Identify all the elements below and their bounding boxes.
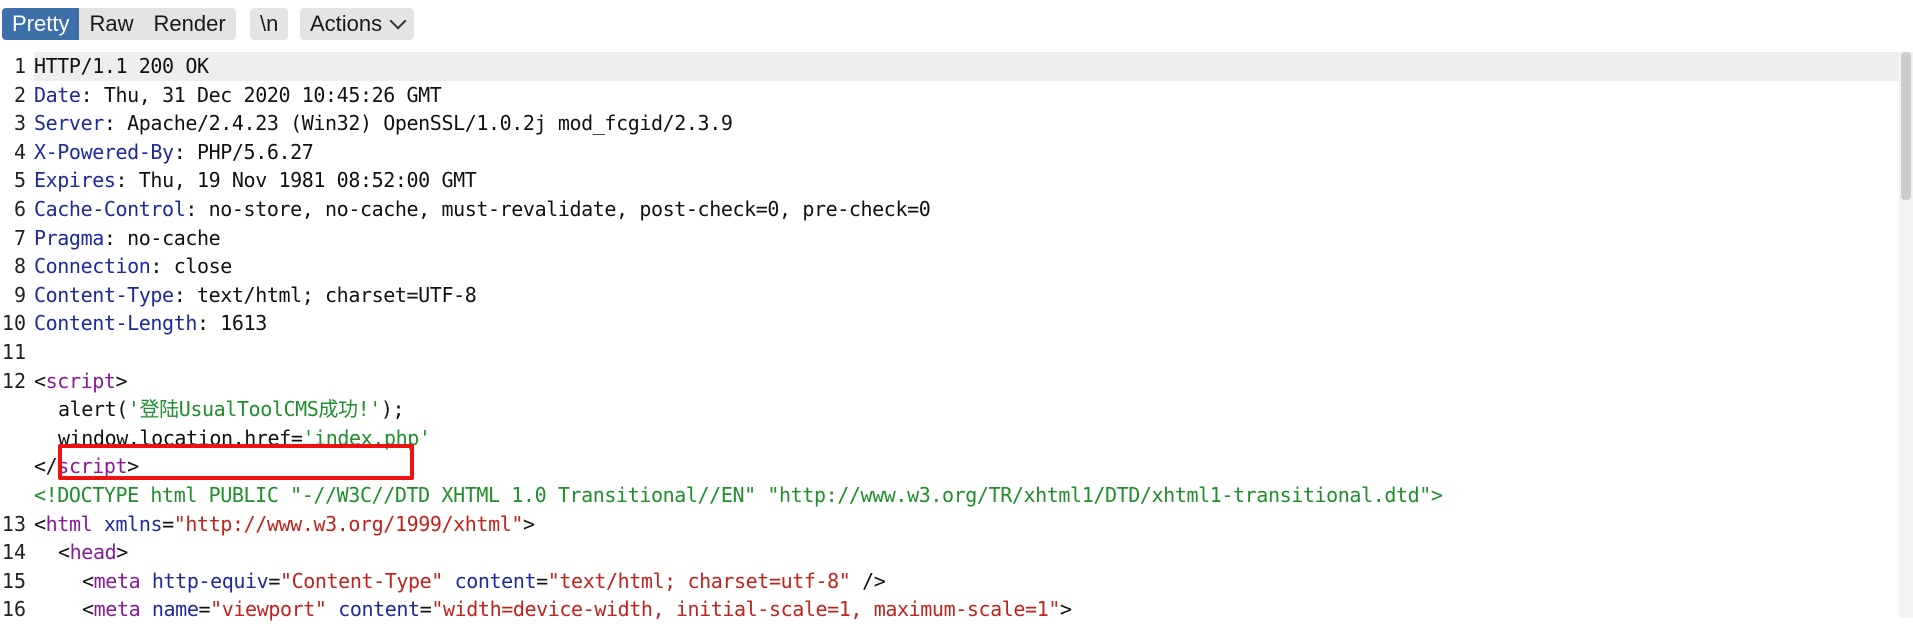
header-value: : close [150, 254, 232, 279]
punct: = [268, 568, 280, 593]
header-value: : 1613 [196, 311, 267, 336]
line-number: 3 [13, 111, 26, 136]
newline-group: \n [250, 8, 289, 40]
line-number: 8 [13, 254, 26, 279]
header-key: Server [34, 111, 104, 136]
header-x-powered-by: X-Powered-By: PHP/5.6.27 [34, 138, 314, 167]
header-key: Content-Type [34, 282, 174, 307]
punct: = [536, 568, 548, 593]
header-cache-control: Cache-Control: no-store, no-cache, must-… [34, 195, 931, 224]
actions-label: Actions [310, 11, 383, 36]
html-open-line: <html xmlns="http://www.w3.org/1999/xhtm… [34, 510, 535, 539]
attr-name: content [454, 568, 537, 593]
punct: < [58, 540, 70, 565]
meta-content-type-line: <meta http-equiv="Content-Type" content=… [82, 567, 886, 596]
attr-value: "text/html; charset=utf-8" [547, 568, 851, 593]
chevron-down-icon [389, 12, 407, 30]
actions-group: Actions [300, 8, 415, 40]
render-tab[interactable]: Render [143, 8, 236, 40]
punct: > [523, 511, 535, 536]
line-number: 14 [1, 540, 26, 565]
tag-name: script [45, 368, 116, 393]
header-key: X-Powered-By [34, 139, 174, 164]
line-number: 5 [13, 168, 26, 193]
actions-button[interactable]: Actions [300, 8, 415, 40]
tag-name: html [45, 511, 93, 536]
line-number: 13 [1, 511, 26, 536]
vertical-scrollbar[interactable] [1899, 52, 1913, 618]
header-expires: Expires: Thu, 19 Nov 1981 08:52:00 GMT [34, 166, 477, 195]
punct: < [34, 368, 46, 393]
header-key: Connection [34, 254, 151, 279]
line-number: 2 [13, 82, 26, 107]
line-number: 6 [13, 197, 26, 221]
header-value: : PHP/5.6.27 [173, 139, 314, 164]
punct: /> [850, 568, 886, 593]
scrollbar-thumb[interactable] [1901, 52, 1911, 200]
header-key: Cache-Control [34, 197, 186, 221]
header-value: : Thu, 31 Dec 2020 10:45:26 GMT [80, 82, 442, 107]
punct: < [34, 511, 46, 536]
meta-viewport-line: <meta name="viewport" content="width=dev… [82, 595, 1072, 624]
tag-name: meta [93, 568, 141, 593]
punct: < [82, 568, 94, 593]
pretty-tab[interactable]: Pretty [2, 8, 80, 40]
raw-tab[interactable]: Raw [79, 8, 144, 40]
header-key: Pragma [34, 225, 104, 250]
header-key: Content-Length [34, 311, 197, 336]
js-call: alert( [58, 397, 128, 422]
response-toolbar: Pretty Raw Render \n Actions [0, 0, 1913, 50]
header-server: Server: Apache/2.4.23 (Win32) OpenSSL/1.… [34, 109, 733, 138]
current-line-highlight [34, 52, 1900, 81]
attr-value: "Content-Type" [279, 568, 443, 593]
tag-name: head [69, 540, 117, 565]
js-punct: ); [380, 397, 405, 422]
line-number: 9 [13, 282, 26, 307]
punct: </ [34, 454, 58, 479]
punct: = [162, 511, 174, 536]
script-open-line: <script> [34, 367, 128, 396]
header-content-type: Content-Type: text/html; charset=UTF-8 [34, 281, 477, 310]
head-open-line: <head> [58, 538, 128, 567]
line-number: 15 [1, 568, 26, 593]
line-number: 7 [13, 225, 26, 250]
alert-line: alert('登陆UsualToolCMS成功!'); [58, 395, 405, 424]
header-pragma: Pragma: no-cache [34, 224, 221, 253]
show-newlines-button[interactable]: \n [250, 8, 289, 40]
header-value: : Thu, 19 Nov 1981 08:52:00 GMT [115, 168, 477, 193]
punct: > [116, 540, 128, 565]
doctype-line: <!DOCTYPE html PUBLIC "-//W3C//DTD XHTML… [34, 483, 1443, 507]
line-number: 1 [13, 54, 26, 78]
line-number: 16 [1, 597, 26, 622]
red-annotation-box [58, 444, 414, 480]
js-string: '登陆UsualToolCMS成功!' [127, 397, 381, 422]
line-number: 4 [13, 139, 26, 164]
attr-name: xmlns [103, 511, 163, 536]
header-content-length: Content-Length: 1613 [34, 309, 267, 338]
header-value: : no-cache [103, 225, 221, 250]
header-key: Expires [34, 168, 116, 193]
status-line: HTTP/1.1 200 OK [34, 54, 209, 78]
header-value: : Apache/2.4.23 (Win32) OpenSSL/1.0.2j m… [103, 111, 733, 136]
header-connection: Connection: close [34, 252, 232, 281]
response-editor[interactable]: 1 2 3 4 5 6 7 8 9 10 11 12 13 14 15 16 H… [0, 52, 1913, 621]
line-number: 10 [1, 311, 26, 336]
line-number: 11 [1, 340, 26, 364]
header-date: Date: Thu, 31 Dec 2020 10:45:26 GMT [34, 81, 442, 110]
header-value: : text/html; charset=UTF-8 [173, 282, 477, 307]
header-value: : no-store, no-cache, must-revalidate, p… [185, 197, 931, 221]
header-key: Date [34, 82, 81, 107]
punct: > [115, 368, 128, 393]
attr-name: http-equiv [151, 568, 269, 593]
view-mode-group: Pretty Raw Render [2, 8, 236, 40]
line-number: 12 [1, 368, 26, 393]
attr-value: "http://www.w3.org/1999/xhtml" [173, 511, 524, 536]
